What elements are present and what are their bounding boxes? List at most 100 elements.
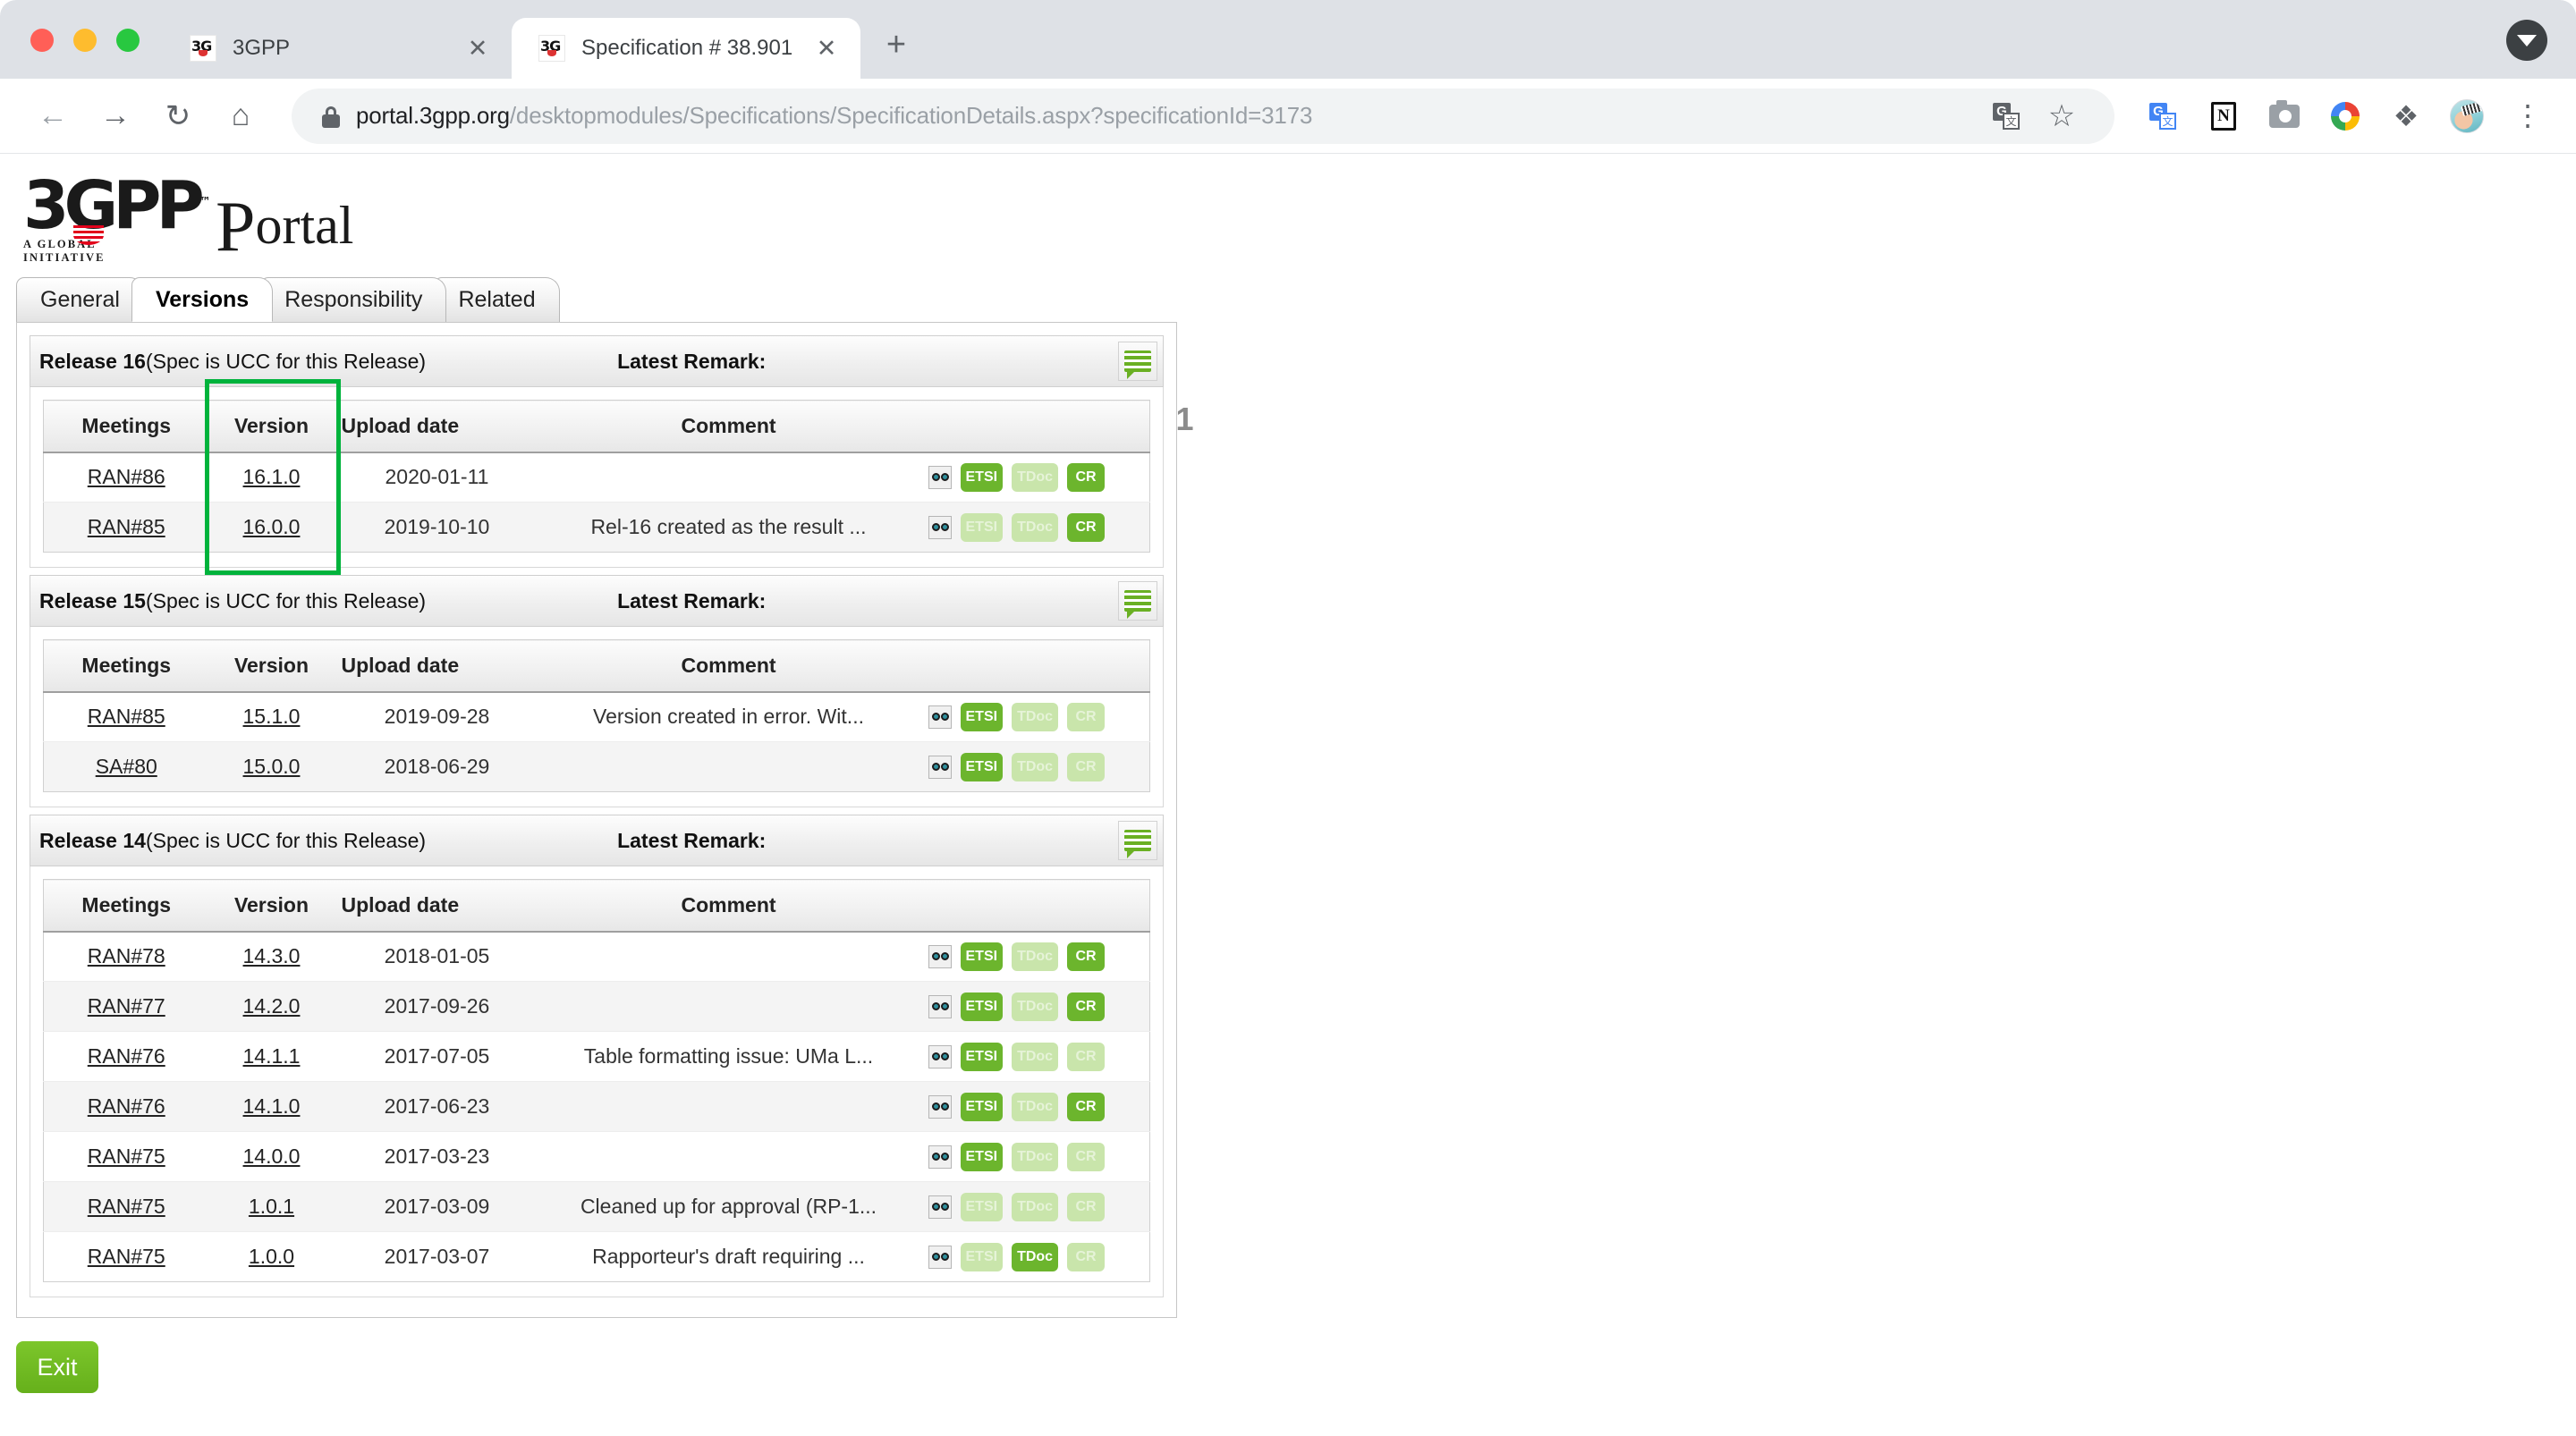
meeting-link[interactable]: RAN#75 — [88, 1145, 165, 1168]
tab-related[interactable]: Related — [434, 277, 560, 322]
version-link[interactable]: 14.1.1 — [243, 1044, 301, 1068]
badge-etsi[interactable]: ETSI — [960, 752, 1004, 781]
column-header[interactable]: Upload date — [334, 639, 540, 693]
version-link[interactable]: 15.0.0 — [243, 755, 301, 778]
badge-etsi[interactable]: ETSI — [960, 1042, 1004, 1071]
meeting-link[interactable]: RAN#86 — [88, 465, 165, 488]
profile-avatar-icon[interactable] — [2444, 93, 2490, 139]
tab-responsibility[interactable]: Responsibility — [260, 277, 447, 322]
badge-cr[interactable]: CR — [1067, 992, 1106, 1021]
column-header[interactable]: Meetings — [43, 879, 209, 933]
meeting-link[interactable]: RAN#76 — [88, 1044, 165, 1068]
document-preview-icon[interactable] — [928, 1245, 952, 1269]
version-link[interactable]: 14.2.0 — [243, 994, 301, 1018]
badge-tdoc[interactable]: TDoc — [1012, 1242, 1059, 1271]
forward-icon[interactable]: → — [88, 89, 143, 144]
chevron-down-icon[interactable] — [2506, 20, 2547, 61]
version-link[interactable]: 1.0.0 — [249, 1245, 294, 1268]
close-icon[interactable]: ✕ — [809, 30, 844, 66]
badge-etsi[interactable]: ETSI — [960, 1092, 1004, 1121]
badge-etsi[interactable]: ETSI — [960, 1142, 1004, 1171]
badge-cr[interactable]: CR — [1067, 512, 1106, 542]
chrome-menu-icon[interactable]: ⋮ — [2504, 93, 2551, 139]
row-actions-cell: ETSI TDoc CR — [917, 502, 1150, 553]
document-preview-icon[interactable] — [928, 515, 952, 539]
document-preview-icon[interactable] — [928, 994, 952, 1018]
3gpp-favicon: 3G — [538, 35, 565, 62]
version-link[interactable]: 16.1.0 — [243, 465, 301, 488]
home-icon[interactable]: ⌂ — [213, 89, 268, 144]
document-preview-icon[interactable] — [928, 1195, 952, 1219]
screenshot-camera-icon[interactable] — [2261, 93, 2308, 139]
meeting-link[interactable]: RAN#77 — [88, 994, 165, 1018]
row-actions-cell: ETSI TDoc CR — [917, 452, 1150, 503]
tab-versions[interactable]: Versions — [131, 277, 274, 322]
meeting-link[interactable]: RAN#75 — [88, 1245, 165, 1268]
back-icon[interactable]: ← — [25, 89, 80, 144]
badge-etsi: ETSI — [960, 1192, 1004, 1221]
close-window-button[interactable] — [30, 29, 54, 52]
document-preview-icon[interactable] — [928, 1145, 952, 1169]
meeting-cell: RAN#78 — [43, 931, 209, 982]
badge-tdoc: TDoc — [1012, 462, 1059, 492]
maximize-window-button[interactable] — [116, 29, 140, 52]
upload-date-cell: 2017-03-09 — [334, 1181, 540, 1232]
document-preview-icon[interactable] — [928, 944, 952, 968]
column-header[interactable]: Meetings — [43, 639, 209, 693]
document-preview-icon[interactable] — [928, 1044, 952, 1069]
meeting-link[interactable]: RAN#85 — [88, 515, 165, 538]
version-link[interactable]: 14.0.0 — [243, 1145, 301, 1168]
document-preview-icon[interactable] — [928, 755, 952, 779]
meeting-link[interactable]: RAN#85 — [88, 705, 165, 728]
comment-note-icon[interactable] — [1118, 821, 1157, 860]
comment-note-icon[interactable] — [1118, 342, 1157, 381]
document-preview-icon[interactable] — [928, 465, 952, 489]
version-link[interactable]: 14.3.0 — [243, 944, 301, 967]
minimize-window-button[interactable] — [73, 29, 97, 52]
tab-general[interactable]: General — [16, 277, 144, 322]
close-icon[interactable]: ✕ — [460, 30, 496, 66]
extensions-puzzle-icon[interactable]: ❖ — [2383, 93, 2429, 139]
meeting-link[interactable]: SA#80 — [96, 755, 157, 778]
badge-cr[interactable]: CR — [1067, 1092, 1106, 1121]
google-translate-icon[interactable] — [2140, 93, 2186, 139]
notion-icon[interactable]: N — [2200, 93, 2247, 139]
column-header[interactable]: Upload date — [334, 400, 540, 453]
column-header[interactable]: Meetings — [43, 400, 209, 453]
badge-cr[interactable]: CR — [1067, 462, 1106, 492]
browser-tab-2[interactable]: 3G Specification # 38.901 ✕ — [512, 18, 860, 79]
column-header[interactable]: Comment — [539, 639, 918, 693]
url-path: /desktopmodules/Specifications/Specifica… — [509, 102, 1313, 129]
column-header[interactable]: Version — [208, 879, 335, 933]
badge-cr[interactable]: CR — [1067, 942, 1106, 971]
column-header[interactable]: Upload date — [334, 879, 540, 933]
lock-icon — [322, 105, 340, 128]
version-link[interactable]: 14.1.0 — [243, 1094, 301, 1118]
new-tab-button[interactable]: + — [873, 21, 919, 68]
badge-etsi[interactable]: ETSI — [960, 992, 1004, 1021]
column-header[interactable]: Version — [208, 400, 335, 453]
meeting-link[interactable]: RAN#76 — [88, 1094, 165, 1118]
column-header[interactable]: Comment — [539, 400, 918, 453]
meeting-link[interactable]: RAN#78 — [88, 944, 165, 967]
badge-etsi[interactable]: ETSI — [960, 942, 1004, 971]
document-preview-icon[interactable] — [928, 705, 952, 729]
column-header[interactable]: Comment — [539, 879, 918, 933]
version-link[interactable]: 16.0.0 — [243, 515, 301, 538]
google-photos-icon[interactable] — [2322, 93, 2368, 139]
meeting-link[interactable]: RAN#75 — [88, 1195, 165, 1218]
translate-icon[interactable] — [1984, 94, 2029, 139]
reload-icon[interactable]: ↻ — [150, 89, 206, 144]
star-icon[interactable]: ☆ — [2039, 94, 2084, 139]
badge-etsi[interactable]: ETSI — [960, 702, 1004, 731]
comment-note-icon[interactable] — [1118, 581, 1157, 621]
column-header[interactable]: Version — [208, 639, 335, 693]
version-link[interactable]: 15.1.0 — [243, 705, 301, 728]
version-link[interactable]: 1.0.1 — [249, 1195, 294, 1218]
meeting-cell: RAN#75 — [43, 1131, 209, 1182]
document-preview-icon[interactable] — [928, 1094, 952, 1119]
badge-etsi[interactable]: ETSI — [960, 462, 1004, 492]
address-bar[interactable]: portal.3gpp.org/desktopmodules/Specifica… — [292, 88, 2114, 144]
exit-button[interactable]: Exit — [16, 1341, 98, 1393]
browser-tab-1[interactable]: 3G 3GPP ✕ — [163, 18, 512, 79]
